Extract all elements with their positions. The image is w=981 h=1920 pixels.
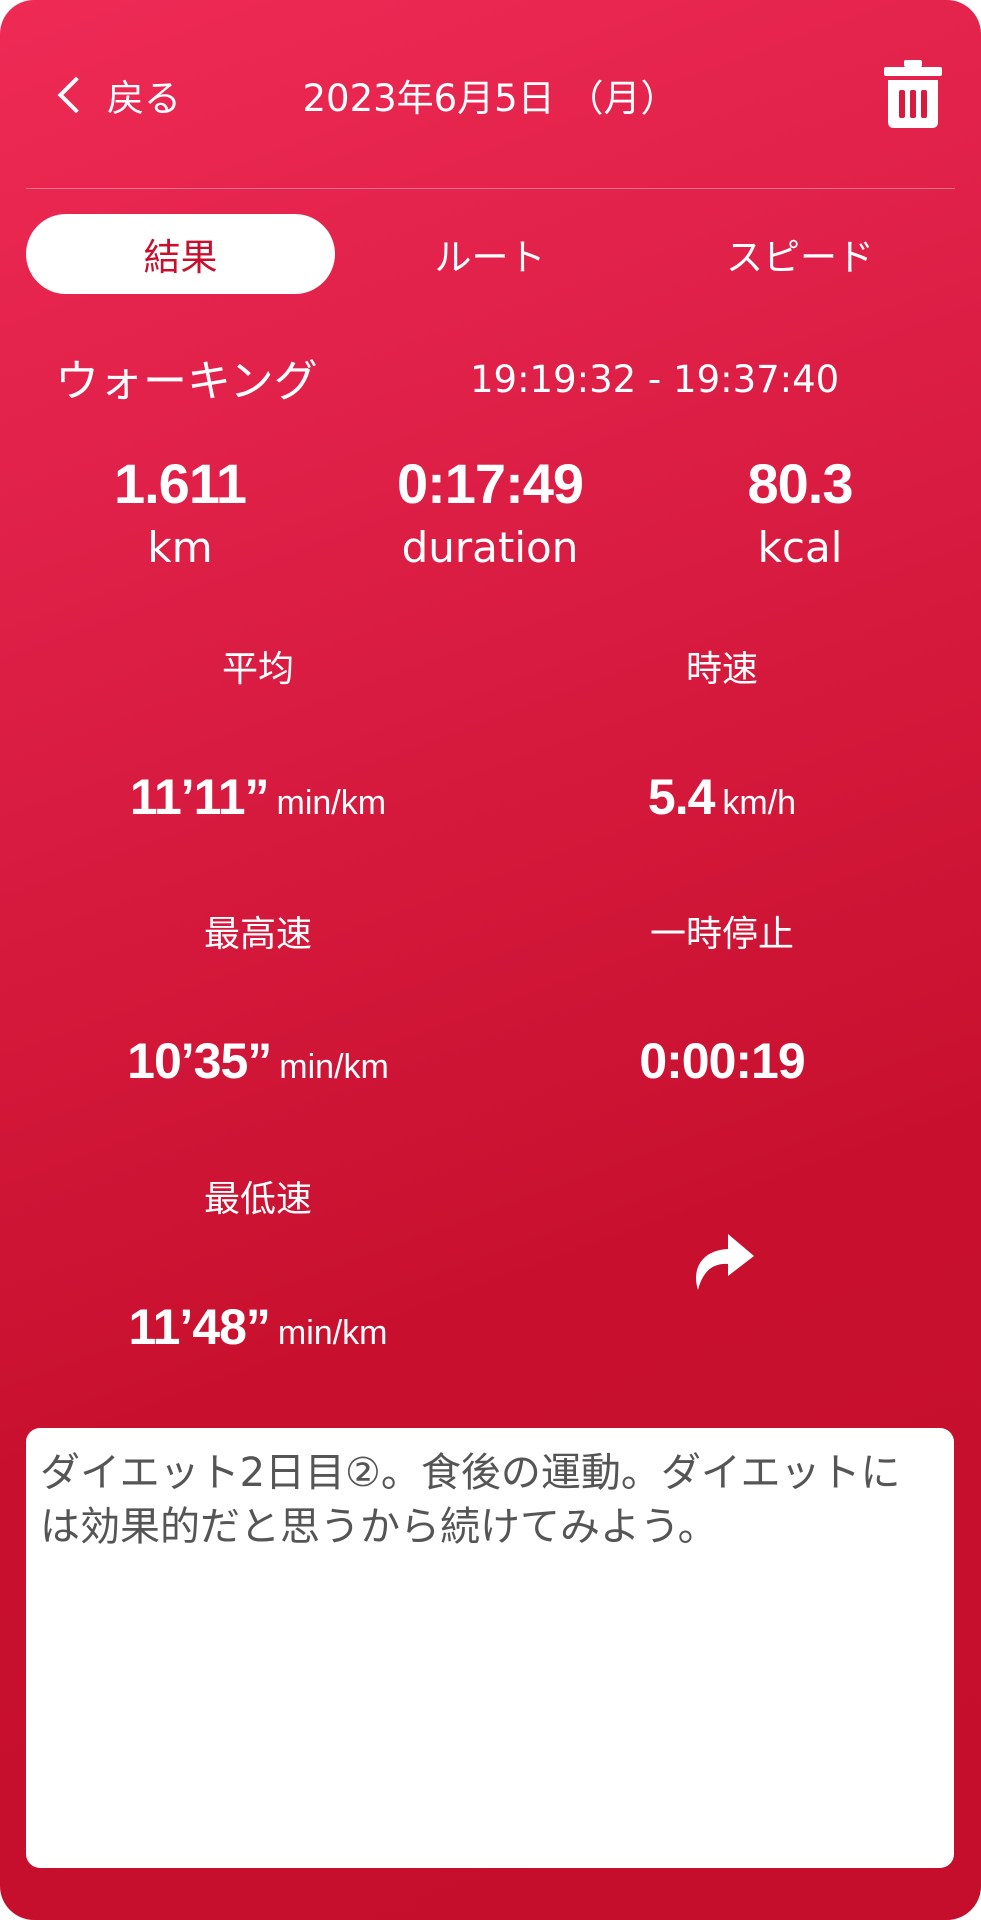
duration-stat: 0:17:49 duration (340, 450, 640, 574)
distance-stat: 1.611 km (30, 450, 330, 574)
average-pace-label: 平均 (221, 649, 294, 690)
tab-route[interactable]: ルート (335, 214, 645, 294)
duration-value: 0:17:49 (396, 452, 584, 515)
chevron-left-icon (57, 76, 95, 114)
speed-value-row: 5.4 km/h (542, 768, 902, 826)
share-button[interactable] (688, 1230, 758, 1300)
activity-type: ウォーキング (55, 356, 318, 407)
calories-unit: kcal (757, 523, 843, 572)
back-label: 戻る (107, 77, 181, 120)
activity-result-screen: 戻る 2023年6月5日 （月） 結果 ルート スピード ウォーキング 19:1… (0, 0, 981, 1920)
calories-value: 80.3 (747, 452, 854, 515)
fastest-pace-value: 10’35” (127, 1033, 272, 1089)
memo-text: ダイエット2日目②。食後の運動。ダイエットには効果的だと思うから続けてみよう。 (40, 1450, 901, 1550)
distance-value: 1.611 (113, 452, 247, 515)
tab-result[interactable]: 結果 (26, 214, 335, 294)
speed-label: 時速 (685, 649, 758, 690)
fastest-pace-label: 最高速 (203, 914, 312, 955)
time-range: 19:19:32 - 19:37:40 (470, 358, 840, 401)
tab-speed[interactable]: スピード (645, 214, 955, 294)
calories-stat: 80.3 kcal (650, 450, 950, 574)
paused-value: 0:00:19 (639, 1033, 805, 1089)
average-pace-value: 11’11” (129, 769, 270, 825)
slowest-pace-value: 11’48” (128, 1299, 271, 1355)
speed-unit: km/h (722, 784, 797, 822)
average-pace-value-row: 11’11” min/km (78, 768, 438, 826)
tab-bar: 結果 ルート スピード (26, 214, 956, 294)
fastest-pace-unit: min/km (279, 1048, 389, 1086)
distance-unit: km (147, 523, 213, 572)
paused-value-row: 0:00:19 (542, 1032, 902, 1090)
average-pace-unit: min/km (276, 784, 387, 822)
paused-label: 一時停止 (649, 914, 794, 955)
slowest-pace-value-row: 11’48” min/km (78, 1298, 438, 1356)
slowest-pace-unit: min/km (277, 1314, 388, 1352)
duration-unit: duration (401, 523, 579, 572)
memo-box[interactable]: ダイエット2日目②。食後の運動。ダイエットには効果的だと思うから続けてみよう。 (26, 1428, 954, 1868)
delete-button[interactable] (882, 58, 944, 130)
back-button[interactable]: 戻る (55, 62, 181, 128)
header-divider (26, 188, 955, 189)
fastest-pace-value-row: 10’35” min/km (78, 1032, 438, 1090)
share-arrow-icon (696, 1234, 754, 1290)
page-title: 2023年6月5日 （月） (302, 77, 678, 120)
trash-icon (884, 60, 942, 128)
slowest-pace-label: 最低速 (203, 1179, 312, 1220)
speed-value: 5.4 (647, 769, 716, 825)
